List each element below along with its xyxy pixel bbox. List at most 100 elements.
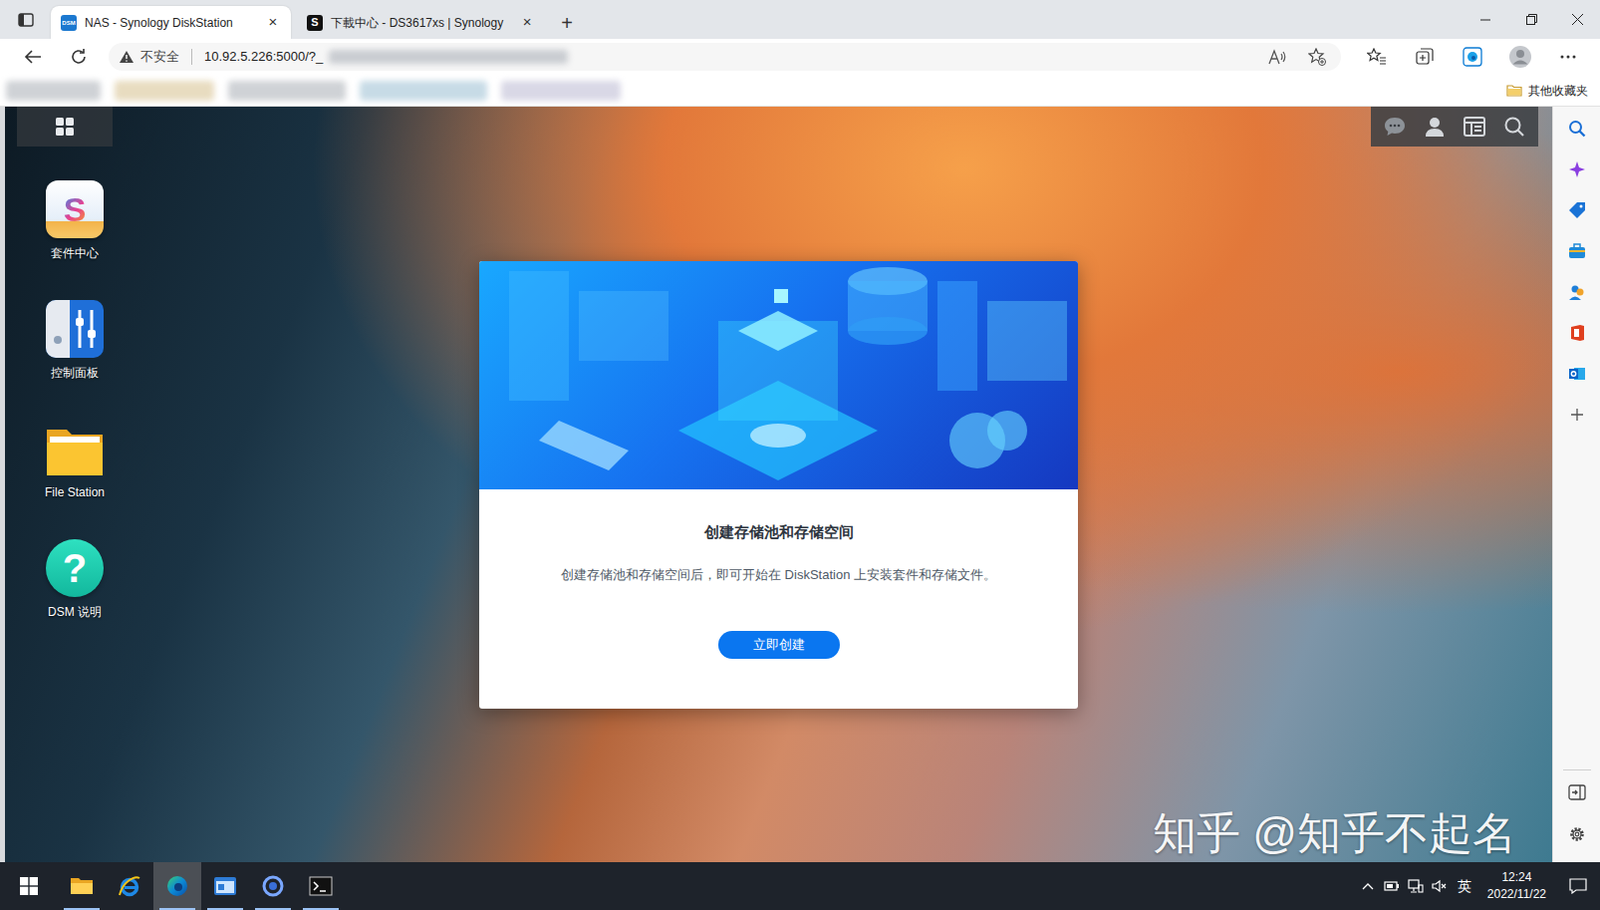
restore-icon[interactable] bbox=[1508, 0, 1555, 39]
tag-icon[interactable] bbox=[1568, 200, 1587, 221]
browser-tab[interactable]: S下載中心 - DS3617xs | Synology× bbox=[296, 5, 545, 39]
grid-icon bbox=[54, 116, 75, 137]
search-icon[interactable] bbox=[1568, 118, 1587, 139]
main-menu-button[interactable] bbox=[16, 106, 113, 147]
tab-close[interactable]: × bbox=[265, 10, 281, 34]
favorites-icon[interactable] bbox=[1356, 40, 1397, 73]
url-text[interactable]: 10.92.5.226:5000/?_ bbox=[204, 46, 323, 67]
notification-icon[interactable] bbox=[1556, 877, 1600, 894]
office-icon[interactable] bbox=[1569, 322, 1586, 343]
taskbar-app[interactable] bbox=[105, 861, 154, 910]
running-indicator bbox=[302, 907, 339, 910]
more-icon[interactable] bbox=[1548, 40, 1589, 73]
circle-icon bbox=[261, 873, 285, 898]
add-icon[interactable] bbox=[1570, 404, 1585, 425]
package-center-icon: S bbox=[45, 180, 104, 239]
device-icon[interactable] bbox=[1379, 879, 1404, 892]
taskbar-apps bbox=[57, 861, 345, 910]
input-method[interactable]: 英 bbox=[1451, 875, 1478, 897]
system-tray: 英 12:24 2022/11/22 bbox=[1355, 861, 1600, 910]
minimize-icon[interactable] bbox=[1462, 0, 1509, 39]
taskbar: 英 12:24 2022/11/22 bbox=[0, 861, 1600, 910]
create-now-button[interactable]: 立即创建 bbox=[718, 630, 840, 659]
new-tab-button[interactable]: + bbox=[548, 6, 585, 39]
dialog-layer: 创建存储池和存储空间 创建存储池和存储空间后，即可开始在 DiskStation… bbox=[4, 106, 1553, 862]
sparkle-icon[interactable] bbox=[1568, 159, 1587, 180]
network-icon[interactable] bbox=[1403, 878, 1428, 893]
tab-actions-icon[interactable] bbox=[0, 0, 51, 39]
security-label[interactable]: 不安全 bbox=[140, 46, 180, 67]
search-icon[interactable] bbox=[1498, 116, 1531, 137]
desktop-icon-label: File Station bbox=[44, 483, 105, 502]
close-window-icon[interactable] bbox=[1554, 0, 1600, 39]
add-favorite-icon[interactable] bbox=[1303, 47, 1332, 66]
refresh-icon[interactable] bbox=[62, 40, 95, 73]
dialog-description: 创建存储池和存储空间后，即可开始在 DiskStation 上安装套件和存储文件… bbox=[560, 564, 997, 585]
outlook-icon[interactable] bbox=[1568, 363, 1587, 384]
profile-icon[interactable] bbox=[1500, 40, 1541, 73]
tab-close[interactable]: × bbox=[519, 10, 535, 34]
tab-label: 下載中心 - DS3617xs | Synology bbox=[330, 13, 504, 32]
other-favorites[interactable]: 其他收藏夹 bbox=[1506, 81, 1589, 100]
tools-icon[interactable] bbox=[1568, 241, 1587, 262]
collections-icon[interactable] bbox=[1404, 40, 1445, 73]
edge-extension-icon[interactable] bbox=[1452, 40, 1493, 73]
separator bbox=[191, 48, 193, 65]
taskbar-app[interactable] bbox=[296, 861, 345, 910]
running-indicator bbox=[159, 907, 196, 910]
settings-gear-icon[interactable] bbox=[1568, 823, 1587, 844]
edge-icon bbox=[165, 873, 190, 898]
desktop-icon-label: DSM 说明 bbox=[47, 602, 102, 621]
taskbar-app[interactable] bbox=[153, 861, 202, 910]
widgets-icon[interactable] bbox=[1458, 116, 1491, 137]
desktop-icon[interactable]: ? DSM 说明 bbox=[14, 534, 135, 655]
clock-date: 2022/11/22 bbox=[1487, 885, 1547, 903]
running-indicator bbox=[207, 907, 244, 910]
clock[interactable]: 12:24 2022/11/22 bbox=[1477, 868, 1557, 903]
back-icon[interactable] bbox=[16, 40, 49, 73]
windows-logo-icon bbox=[19, 876, 38, 895]
chevron-up-icon[interactable] bbox=[1355, 881, 1380, 890]
window-icon bbox=[213, 875, 238, 896]
file-station-icon bbox=[44, 425, 105, 478]
desktop-icon-label: 控制面板 bbox=[50, 363, 99, 382]
blurred-url bbox=[328, 49, 568, 64]
start-button[interactable] bbox=[0, 861, 58, 910]
desktop-icon[interactable]: 控制面板 bbox=[14, 295, 135, 416]
warning-icon bbox=[118, 49, 135, 64]
games-icon[interactable] bbox=[1568, 281, 1587, 302]
other-favorites-label[interactable]: 其他收藏夹 bbox=[1528, 81, 1589, 100]
tab-strip: DSMNAS - Synology DiskStation×S下載中心 - DS… bbox=[0, 0, 1600, 39]
clock-time: 12:24 bbox=[1501, 868, 1532, 886]
chat-icon[interactable] bbox=[1378, 116, 1411, 137]
running-indicator bbox=[63, 907, 100, 910]
taskbar-app[interactable] bbox=[201, 861, 250, 910]
dsm-help-icon: ? bbox=[45, 538, 104, 597]
edge-sidebar bbox=[1552, 106, 1600, 862]
ie-icon bbox=[117, 873, 142, 898]
tab-list: DSMNAS - Synology DiskStation×S下載中心 - DS… bbox=[50, 5, 545, 39]
user-icon[interactable] bbox=[1418, 116, 1451, 137]
address-row: 不安全 10.92.5.226:5000/?_ bbox=[0, 38, 1600, 75]
dsm-desktop: S套件中心控制面板 File Station? DSM 说明 bbox=[0, 106, 1553, 862]
blurred-favorites bbox=[0, 80, 621, 101]
help-glyph: ? bbox=[62, 547, 87, 588]
address-field[interactable]: 不安全 10.92.5.226:5000/?_ bbox=[108, 42, 1341, 71]
dialog-illustration bbox=[479, 261, 1078, 490]
hide-sidebar-icon[interactable] bbox=[1568, 782, 1587, 802]
control-panel-icon bbox=[45, 299, 104, 358]
watermark: 知乎 @知乎不起名 bbox=[1152, 800, 1517, 862]
browser-tab[interactable]: DSM NAS - Synology DiskStation × bbox=[50, 5, 291, 39]
create-storage-dialog: 创建存储池和存储空间 创建存储池和存储空间后，即可开始在 DiskStation… bbox=[479, 261, 1078, 709]
read-aloud-icon[interactable] bbox=[1263, 48, 1292, 65]
tab-label: NAS - Synology DiskStation bbox=[84, 13, 234, 32]
volume-muted-icon[interactable] bbox=[1427, 878, 1452, 893]
dialog-body: 创建存储池和存储空间 创建存储池和存储空间后，即可开始在 DiskStation… bbox=[479, 489, 1078, 709]
taskbar-app[interactable] bbox=[57, 861, 106, 910]
dialog-title: 创建存储池和存储空间 bbox=[704, 521, 854, 544]
dsm-favicon: DSM bbox=[60, 14, 77, 31]
desktop-icon[interactable]: S套件中心 bbox=[14, 176, 135, 296]
dsm-toolbar bbox=[1370, 106, 1539, 147]
desktop-icon[interactable]: File Station bbox=[14, 415, 135, 535]
taskbar-app[interactable] bbox=[249, 861, 297, 910]
